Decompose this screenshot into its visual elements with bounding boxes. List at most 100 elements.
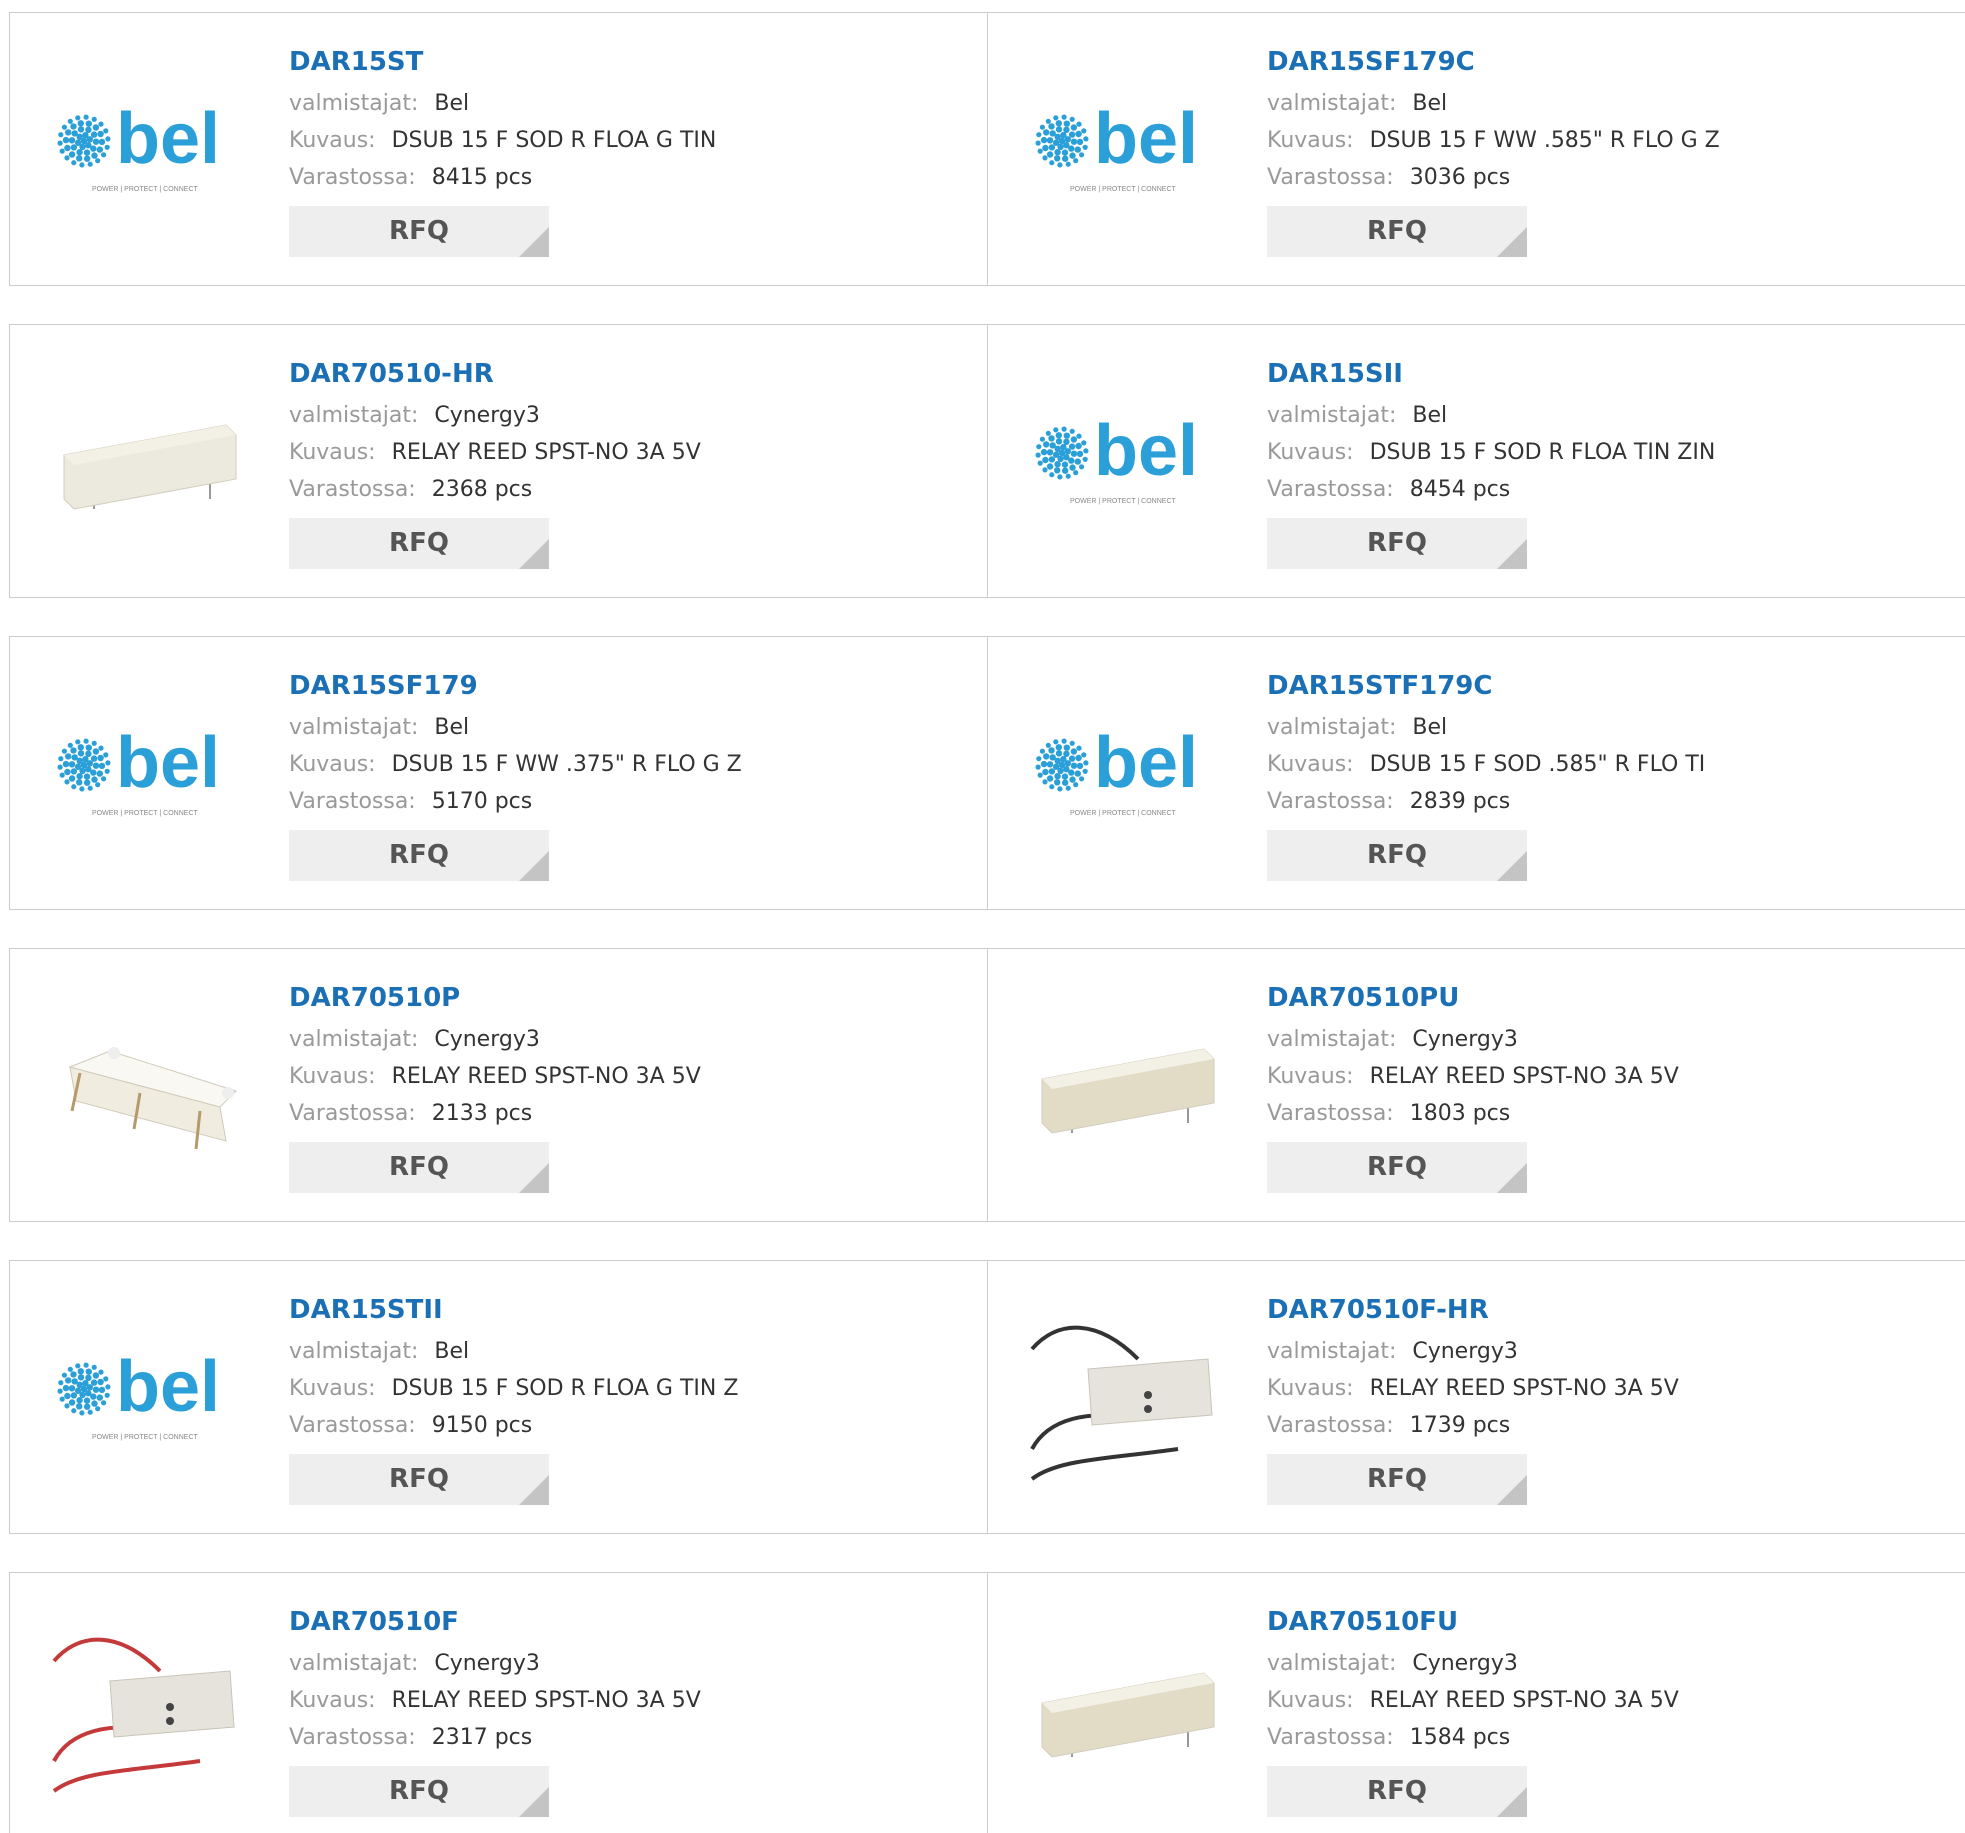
description-value: RELAY REED SPST-NO 3A 5V [1369,1688,1679,1713]
rfq-button[interactable]: RFQ [289,1454,549,1505]
product-image[interactable]: bel POWER | PROTECT | CONNECT [1028,51,1228,251]
rfq-button[interactable]: RFQ [1267,206,1527,257]
product-part-number-link[interactable]: DAR15SF179 [289,669,742,703]
description-line: Kuvaus: RELAY REED SPST-NO 3A 5V [1267,1370,1679,1407]
description-line: Kuvaus: DSUB 15 F WW .585" R FLO G Z [1267,122,1720,159]
product-row: DAR70510P valmistajat: Cynergy3 Kuvaus: RE… [9,948,1965,1222]
rfq-button[interactable]: RFQ [289,206,549,257]
product-row: DAR70510-HR valmistajat: Cynergy3 Kuvaus:… [9,324,1965,598]
product-row: bel POWER | PROTECT | CONNECT DAR15ST va… [9,12,1965,286]
rfq-button[interactable]: RFQ [1267,1454,1527,1505]
product-part-number-link[interactable]: DAR70510F-HR [1267,1293,1679,1327]
description-line: Kuvaus: DSUB 15 F SOD R FLOA G TIN Z [289,1370,738,1407]
product-image[interactable]: bel POWER | PROTECT | CONNECT [1028,363,1228,563]
corner-triangle-icon [1497,1475,1527,1505]
product-image[interactable] [1028,1611,1228,1811]
svg-text:POWER | PROTECT | CONNECT: POWER | PROTECT | CONNECT [1070,810,1177,817]
stock-label: Varastossa: [289,477,416,502]
rfq-button[interactable]: RFQ [289,830,549,881]
product-card: DAR70510P valmistajat: Cynergy3 Kuvaus: RE… [10,949,988,1221]
svg-text:POWER | PROTECT | CONNECT: POWER | PROTECT | CONNECT [1070,186,1177,193]
stock-value: 9150 pcs [431,1413,533,1438]
product-info: DAR15SF179C valmistajat: Bel Kuvaus: DSUB … [1267,45,1720,257]
description-value: RELAY REED SPST-NO 3A 5V [1369,1064,1679,1089]
product-info: DAR15STF179C valmistajat: Bel Kuvaus: DSUB… [1267,669,1705,881]
description-value: RELAY REED SPST-NO 3A 5V [391,1064,701,1089]
product-image[interactable] [50,987,250,1187]
description-label: Kuvaus: [1267,1376,1354,1401]
manufacturer-label: valmistajat: [289,715,419,740]
rfq-button[interactable]: RFQ [1267,1766,1527,1817]
product-part-number-link[interactable]: DAR15SF179C [1267,45,1720,79]
product-part-number-link[interactable]: DAR15ST [289,45,716,79]
product-part-number-link[interactable]: DAR15SII [1267,357,1715,391]
description-line: Kuvaus: DSUB 15 F SOD .585" R FLO TI [1267,746,1705,783]
rfq-label: RFQ [1367,216,1427,246]
rfq-button[interactable]: RFQ [289,1766,549,1817]
manufacturer-label: valmistajat: [289,1651,419,1676]
rfq-label: RFQ [389,216,449,246]
product-part-number-link[interactable]: DAR70510PU [1267,981,1679,1015]
stock-label: Varastossa: [1267,477,1394,502]
product-info: DAR70510F-HR valmistajat: Cynergy3 Kuvaus… [1267,1293,1679,1505]
description-line: Kuvaus: RELAY REED SPST-NO 3A 5V [1267,1682,1679,1719]
manufacturer-label: valmistajat: [289,1027,419,1052]
corner-triangle-icon [1497,227,1527,257]
manufacturer-label: valmistajat: [289,403,419,428]
svg-text:bel: bel [116,101,220,179]
description-value: RELAY REED SPST-NO 3A 5V [391,440,701,465]
product-image[interactable] [50,1611,250,1811]
product-row: bel POWER | PROTECT | CONNECT DAR15STII … [9,1260,1965,1534]
manufacturer-value: Bel [1412,91,1448,116]
corner-triangle-icon [519,539,549,569]
product-part-number-link[interactable]: DAR70510FU [1267,1605,1679,1639]
product-image[interactable] [1028,1299,1228,1499]
description-label: Kuvaus: [1267,1688,1354,1713]
rfq-button[interactable]: RFQ [1267,830,1527,881]
corner-triangle-icon [1497,539,1527,569]
product-card: DAR70510F-HR valmistajat: Cynergy3 Kuvaus… [987,1261,1965,1533]
product-info: DAR70510PU valmistajat: Cynergy3 Kuvaus: R… [1267,981,1679,1193]
manufacturer-line: valmistajat: Bel [289,85,716,122]
description-value: RELAY REED SPST-NO 3A 5V [1369,1376,1679,1401]
product-image[interactable]: bel POWER | PROTECT | CONNECT [1028,675,1228,875]
product-card: DAR70510-HR valmistajat: Cynergy3 Kuvaus:… [10,325,988,597]
product-image[interactable] [50,363,250,563]
product-part-number-link[interactable]: DAR15STII [289,1293,738,1327]
stock-value: 2133 pcs [431,1101,533,1126]
manufacturer-value: Bel [434,91,470,116]
product-image[interactable]: bel POWER | PROTECT | CONNECT [50,1299,250,1499]
rfq-button[interactable]: RFQ [289,1142,549,1193]
product-part-number-link[interactable]: DAR70510F [289,1605,701,1639]
corner-triangle-icon [519,851,549,881]
stock-label: Varastossa: [289,1413,416,1438]
stock-label: Varastossa: [1267,789,1394,814]
stock-line: Varastossa: 9150 pcs [289,1407,738,1444]
rfq-button[interactable]: RFQ [289,518,549,569]
description-line: Kuvaus: RELAY REED SPST-NO 3A 5V [289,1058,701,1095]
description-line: Kuvaus: DSUB 15 F SOD R FLOA G TIN [289,122,716,159]
manufacturer-value: Cynergy3 [1412,1339,1518,1364]
rfq-label: RFQ [389,528,449,558]
manufacturer-label: valmistajat: [1267,715,1397,740]
stock-value: 2317 pcs [431,1725,533,1750]
rfq-button[interactable]: RFQ [1267,1142,1527,1193]
description-label: Kuvaus: [289,128,376,153]
manufacturer-value: Bel [1412,715,1448,740]
product-part-number-link[interactable]: DAR15STF179C [1267,669,1705,703]
svg-text:bel: bel [1094,413,1198,491]
corner-triangle-icon [519,227,549,257]
description-value: DSUB 15 F SOD R FLOA G TIN Z [391,1376,739,1401]
description-value: DSUB 15 F SOD R FLOA G TIN [391,128,717,153]
svg-text:POWER | PROTECT | CONNECT: POWER | PROTECT | CONNECT [92,1434,199,1441]
rfq-button[interactable]: RFQ [1267,518,1527,569]
product-part-number-link[interactable]: DAR70510P [289,981,701,1015]
product-image[interactable]: bel POWER | PROTECT | CONNECT [50,675,250,875]
product-image[interactable]: bel POWER | PROTECT | CONNECT [50,51,250,251]
svg-text:bel: bel [116,1349,220,1427]
manufacturer-label: valmistajat: [1267,1651,1397,1676]
product-part-number-link[interactable]: DAR70510-HR [289,357,701,391]
product-image[interactable] [1028,987,1228,1187]
svg-text:POWER | PROTECT | CONNECT: POWER | PROTECT | CONNECT [92,186,199,193]
manufacturer-value: Cynergy3 [434,1651,540,1676]
